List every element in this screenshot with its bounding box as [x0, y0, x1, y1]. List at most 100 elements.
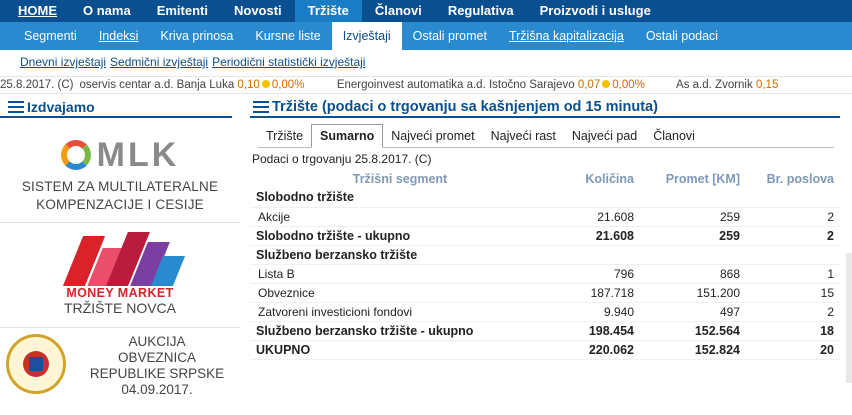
tab-najveci-promet[interactable]: Najveći promet [383, 124, 482, 147]
cell-segment: Službeno berzansko tržište [250, 245, 840, 265]
nav-clanovi[interactable]: Članovi [362, 0, 435, 22]
cell-segment: Akcije [250, 207, 550, 227]
main-navigation: HOME O nama Emitenti Novosti Tržište Čla… [0, 0, 852, 22]
ticker-entry[interactable]: 25.8.2017. (C) oservis centar a.d. Banja … [0, 77, 305, 93]
ticker-change: 0,00% [271, 79, 305, 91]
auction-line-3: REPUBLIKE SRPSKE [89, 366, 225, 381]
cell-kolicina: 21.608 [550, 226, 640, 246]
cell-kolicina: 796 [550, 264, 640, 284]
list-icon [8, 101, 24, 113]
cell-segment: Službeno berzansko tržište - ukupno [250, 321, 550, 341]
mlk-line-2: KOMPENZACIJE I CESIJE [36, 197, 204, 212]
table-header-row: Tržišni segment Količina Promet [KM] Br.… [250, 170, 840, 188]
cell-poslova: 20 [746, 340, 840, 360]
table-total-row: UKUPNO 220.062 152.824 20 [250, 340, 840, 360]
cell-kolicina: 187.718 [550, 283, 640, 303]
ticker-date: 25.8.2017. (C) [0, 79, 74, 91]
nav-emitenti[interactable]: Emitenti [144, 0, 221, 22]
tab-trziste[interactable]: Tržište [258, 124, 311, 147]
mlk-banner[interactable]: MLK SISTEM ZA MULTILATERALNE KOMPENZACIJ… [0, 128, 240, 223]
cell-segment: Slobodno tržište - ukupno [250, 226, 550, 246]
link-sedmicni-izvjestaji[interactable]: Sedmični izvještaji [110, 55, 208, 69]
cell-promet: 259 [640, 226, 746, 246]
cell-segment: Slobodno tržište [250, 188, 840, 208]
cell-promet: 259 [640, 207, 746, 227]
subnav-ostali-promet[interactable]: Ostali promet [402, 22, 498, 50]
nav-home[interactable]: HOME [0, 0, 70, 22]
table-row: Zatvoreni investicioni fondovi 9.940 497 2 [250, 302, 840, 322]
col-header-segment[interactable]: Tržišni segment [250, 170, 550, 188]
cell-poslova: 2 [746, 226, 840, 246]
subnav-izvjestaji[interactable]: Izvještaji [331, 22, 402, 50]
market-title: Tržište (podaci o trgovanju sa kašnjenje… [272, 99, 658, 115]
link-periodicni-izvjestaji[interactable]: Periodični statistički izvještaji [212, 55, 365, 69]
subnav-segmenti[interactable]: Segmenti [0, 22, 88, 50]
link-dnevni-izvjestaji[interactable]: Dnevni izvještaji [20, 55, 106, 69]
mlk-logo-text: MLK [96, 135, 180, 174]
cell-promet: 152.824 [640, 340, 746, 360]
auction-line-1: AUKCIJA [128, 334, 186, 349]
auction-banner[interactable]: AUKCIJA OBVEZNICA REPUBLIKE SRPSKE 04.09… [0, 330, 240, 412]
tab-najveci-pad[interactable]: Najveći pad [564, 124, 645, 147]
sidebar-title: Izdvajamo [27, 99, 95, 115]
coat-of-arms-icon [6, 334, 66, 394]
tab-sumarno[interactable]: Sumarno [311, 124, 384, 148]
cell-poslova: 2 [746, 207, 840, 227]
table-body: Slobodno tržište Akcije 21.608 259 2 Slobodno… [250, 188, 840, 360]
nav-regulativa[interactable]: Regulativa [435, 0, 527, 22]
tab-najveci-rast[interactable]: Najveći rast [483, 124, 564, 147]
ticker-name: Energoinvest automatika a.d. Istočno Sar… [336, 79, 575, 91]
cell-poslova: 15 [746, 283, 840, 303]
summary-table: Tržišni segment Količina Promet [KM] Br.… [250, 170, 840, 360]
table-row: Lista B 796 868 1 [250, 264, 840, 284]
ticker-price: 0,15 [755, 79, 779, 91]
sub-navigation: Segmenti Indeksi Kriva prinosa Kursne li… [0, 22, 852, 50]
col-header-kolicina[interactable]: Količina [550, 170, 640, 188]
mlk-logo: MLK [0, 132, 240, 178]
nav-proizvodi-i-usluge[interactable]: Proizvodi i usluge [527, 0, 664, 22]
unchanged-dot-icon [261, 80, 270, 88]
market-panel: Tržište (podaci o trgovanju sa kašnjenje… [250, 98, 852, 415]
list-icon [253, 101, 269, 113]
cell-kolicina: 198.454 [550, 321, 640, 341]
ticker-entry[interactable]: As a.d. Zvornik 0,15 [676, 77, 779, 93]
market-tabs: Tržište Sumarno Najveći promet Najveći r… [258, 124, 834, 148]
subnav-trzisna-kapitalizacija[interactable]: Tržišna kapitalizacija [498, 22, 635, 50]
nav-trziste[interactable]: Tržište [294, 0, 362, 22]
ticker-change: 0,00% [612, 79, 645, 91]
subnav-kriva-prinosa[interactable]: Kriva prinosa [149, 22, 244, 50]
cell-promet: 152.564 [640, 321, 746, 341]
table-row: Akcije 21.608 259 2 [250, 207, 840, 227]
ticker-price: 0,10 [237, 79, 260, 91]
money-market-logo-icon [62, 230, 186, 286]
ticker-entry[interactable]: Energoinvest automatika a.d. Istočno Sar… [336, 77, 645, 93]
money-market-subtitle: TRŽIŠTE NOVCA [63, 300, 176, 316]
cell-segment: UKUPNO [250, 340, 550, 360]
money-market-brand: MONEY MARKET [66, 286, 174, 300]
table-section-row: Službeno berzansko tržište [250, 245, 840, 265]
cell-poslova: 2 [746, 302, 840, 322]
nav-o-nama[interactable]: O nama [70, 0, 144, 22]
subnav-indeksi[interactable]: Indeksi [88, 22, 150, 50]
price-ticker: 25.8.2017. (C) oservis centar a.d. Banja … [0, 76, 852, 94]
ticker-name: As a.d. Zvornik [676, 79, 753, 91]
mlk-ring-icon [60, 140, 91, 170]
market-header: Tržište (podaci o trgovanju sa kašnjenje… [250, 98, 840, 118]
cell-segment: Zatvoreni investicioni fondovi [250, 302, 550, 322]
unchanged-dot-icon [602, 80, 611, 88]
table-section-row: Slobodno tržište [250, 188, 840, 208]
cell-poslova: 1 [746, 264, 840, 284]
cell-kolicina: 220.062 [550, 340, 640, 360]
nav-novosti[interactable]: Novosti [221, 0, 295, 22]
tab-clanovi[interactable]: Članovi [645, 124, 703, 147]
col-header-br-poslova[interactable]: Br. poslova [746, 170, 840, 188]
table-total-row: Službeno berzansko tržište - ukupno 198.4… [250, 321, 840, 341]
subnav-kursne-liste[interactable]: Kursne liste [244, 22, 331, 50]
subnav-ostali-podaci[interactable]: Ostali podaci [635, 22, 729, 50]
col-header-promet[interactable]: Promet [KM] [640, 170, 746, 188]
scrollbar[interactable] [846, 253, 852, 383]
trading-date-caption: Podaci o trgovanju 25.8.2017. (C) [252, 152, 432, 166]
cell-kolicina: 9.940 [550, 302, 640, 322]
money-market-banner[interactable]: MONEY MARKET TRŽIŠTE NOVCA [0, 228, 240, 328]
table-total-row: Slobodno tržište - ukupno 21.608 259 2 [250, 226, 840, 246]
